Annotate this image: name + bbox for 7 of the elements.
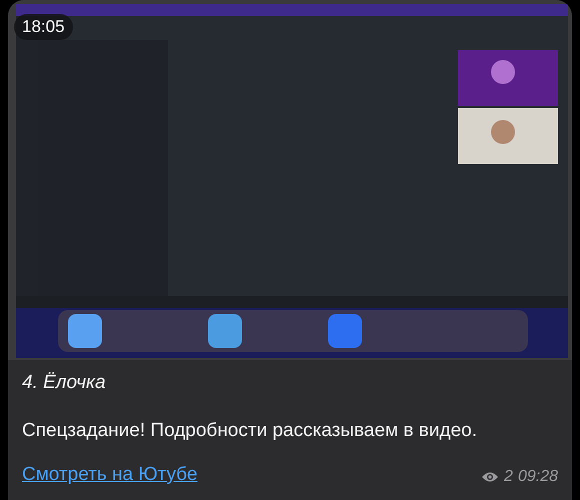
video-duration-badge: 18:05	[14, 14, 73, 40]
post-title: 4. Ёлочка	[22, 372, 107, 394]
post-time: 09:28	[518, 468, 558, 486]
youtube-link[interactable]: Смотреть на Ютубе	[22, 464, 198, 486]
eye-icon	[481, 471, 500, 483]
view-count: 2	[504, 468, 513, 486]
post-text: Спецзадание! Подробности рассказываем в видео.	[22, 420, 478, 442]
